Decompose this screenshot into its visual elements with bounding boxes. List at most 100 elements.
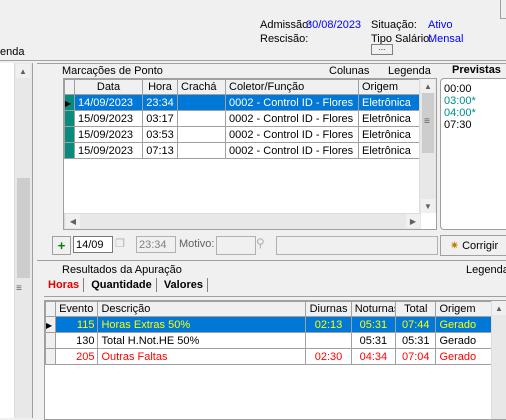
cell-diurnas[interactable]: 02:13 <box>305 316 352 333</box>
resultados-legenda-link[interactable]: Legenda <box>466 264 506 276</box>
row-indicator <box>64 126 75 143</box>
cell-noturnas[interactable]: 05:31 <box>350 332 397 349</box>
tab-quantidade[interactable]: Quantidade <box>87 278 157 292</box>
cell-descricao[interactable]: Horas Extras 50% <box>97 316 307 333</box>
motivo-code-input[interactable] <box>216 236 256 255</box>
cell-coletor[interactable]: 0002 - Control ID - Flores <box>225 126 359 143</box>
time-input[interactable] <box>136 236 176 253</box>
scroll-down-icon[interactable]: ▼ <box>421 199 435 213</box>
top-right-frame <box>500 0 506 19</box>
cell-origem[interactable]: Eletrônica <box>358 126 422 143</box>
cell-cracha[interactable] <box>177 94 226 111</box>
cell-total[interactable]: 05:31 <box>395 332 437 349</box>
table-row[interactable]: 15/09/2023 03:17 0002 - Control ID - Flo… <box>64 110 422 127</box>
col-noturnas[interactable]: Noturnas <box>350 301 397 317</box>
cell-diurnas[interactable] <box>305 332 352 349</box>
cell-data[interactable]: 15/09/2023 <box>74 126 143 143</box>
table-row[interactable]: 15/09/2023 07:13 0002 - Control ID - Flo… <box>64 142 422 159</box>
row-indicator: ▶ <box>64 94 75 111</box>
col-coletor[interactable]: Coletor/Função <box>225 79 359 95</box>
scroll-left-icon[interactable]: ◀ <box>66 214 80 228</box>
scroll-up-icon[interactable]: ▲ <box>16 64 30 78</box>
scroll-up-icon[interactable]: ▲ <box>492 301 506 315</box>
cell-evento[interactable]: 115 <box>55 316 99 333</box>
cell-origem[interactable]: Gerado <box>435 316 493 333</box>
cell-coletor[interactable]: 0002 - Control ID - Flores <box>225 110 359 127</box>
splitter-grip-icon[interactable]: ≡ <box>16 283 22 294</box>
resultados-title: Resultados da Apuração <box>62 264 182 276</box>
tab-horas[interactable]: Horas <box>44 278 85 292</box>
cell-hora[interactable]: 07:13 <box>142 142 178 159</box>
cell-total[interactable]: 07:04 <box>395 348 437 365</box>
marcacoes-title: Marcações de Ponto <box>62 65 163 77</box>
cell-evento[interactable]: 130 <box>55 332 99 349</box>
legenda-link[interactable]: Legenda <box>388 65 431 77</box>
date-input[interactable] <box>73 236 113 253</box>
table-row[interactable]: ▶ 14/09/2023 23:34 0002 - Control ID - F… <box>64 94 422 111</box>
cell-coletor[interactable]: 0002 - Control ID - Flores <box>225 94 359 111</box>
previstas-time: 04:00 <box>444 107 472 119</box>
add-marcacao-button[interactable]: + <box>52 236 71 255</box>
table-row[interactable]: 130 Total H.Not.HE 50% 05:31 05:31 Gerad… <box>45 332 493 349</box>
cell-coletor[interactable]: 0002 - Control ID - Flores <box>225 142 359 159</box>
cell-cracha[interactable] <box>177 142 226 159</box>
left-panel-scrollbar[interactable]: ▲ <box>14 63 32 418</box>
previstas-item[interactable]: 00:00 <box>444 83 503 95</box>
cell-diurnas[interactable]: 02:30 <box>305 348 352 365</box>
cell-descricao[interactable]: Total H.Not.HE 50% <box>97 332 307 349</box>
cell-descricao[interactable]: Outras Faltas <box>97 348 307 365</box>
col-origem[interactable]: Origem <box>358 79 422 95</box>
cell-cracha[interactable] <box>177 126 226 143</box>
scroll-right-icon[interactable]: ▶ <box>406 214 420 228</box>
marcacoes-hscrollbar[interactable]: ◀ ▶ <box>64 213 421 229</box>
previstas-mark: * <box>471 95 476 107</box>
indicator-header <box>64 79 75 95</box>
more-button[interactable]: ... <box>371 44 393 55</box>
table-row[interactable]: 205 Outras Faltas 02:30 04:34 07:04 Gera… <box>45 348 493 365</box>
cell-noturnas[interactable]: 05:31 <box>350 316 397 333</box>
cell-origem[interactable]: Gerado <box>435 332 493 349</box>
cell-origem[interactable]: Gerado <box>435 348 493 365</box>
cell-origem[interactable]: Eletrônica <box>358 110 422 127</box>
cell-noturnas[interactable]: 04:34 <box>350 348 397 365</box>
marcacoes-vscrollbar[interactable]: ▲ ▼ <box>419 79 436 213</box>
col-evento[interactable]: Evento <box>55 301 99 317</box>
cell-data[interactable]: 15/09/2023 <box>74 110 143 127</box>
previstas-item[interactable]: 07:30 <box>444 119 503 131</box>
resultados-vscrollbar[interactable]: ▲ <box>491 301 506 419</box>
colunas-link[interactable]: Colunas <box>329 65 369 77</box>
scroll-up-icon[interactable]: ▲ <box>421 79 435 93</box>
cell-total[interactable]: 07:44 <box>395 316 437 333</box>
search-icon[interactable]: ⚲ <box>256 236 272 252</box>
col-data[interactable]: Data <box>74 79 143 95</box>
corrigir-button[interactable]: ✷ Corrigir <box>440 235 506 256</box>
table-row[interactable]: 15/09/2023 03:53 0002 - Control ID - Flo… <box>64 126 422 143</box>
tab-valores[interactable]: Valores <box>160 278 208 292</box>
col-origem[interactable]: Origem <box>435 301 493 317</box>
legenda-partial-label: enda <box>0 46 25 58</box>
cell-data[interactable]: 15/09/2023 <box>74 142 143 159</box>
left-scroll-thumb[interactable] <box>17 178 30 278</box>
calendar-icon[interactable]: ❐ <box>115 237 129 251</box>
motivo-description-input[interactable] <box>276 236 438 255</box>
col-cracha[interactable]: Crachá <box>177 79 226 95</box>
col-descricao[interactable]: Descrição <box>97 301 307 317</box>
cell-evento[interactable]: 205 <box>55 348 99 365</box>
cell-hora[interactable]: 23:34 <box>142 94 178 111</box>
previstas-item[interactable]: 03:00* <box>444 95 503 107</box>
marcacoes-header-row: Data Hora Crachá Coletor/Função Origem <box>64 79 422 95</box>
cell-hora[interactable]: 03:17 <box>142 110 178 127</box>
marcacoes-splitter-icon[interactable]: ≡ <box>424 116 430 127</box>
col-diurnas[interactable]: Diurnas <box>305 301 352 317</box>
col-total[interactable]: Total <box>395 301 437 317</box>
rescisao-label: Rescisão: <box>260 33 309 45</box>
previstas-item[interactable]: 04:00* <box>444 107 503 119</box>
table-row[interactable]: ▶ 115 Horas Extras 50% 02:13 05:31 07:44… <box>45 316 493 333</box>
cell-data[interactable]: 14/09/2023 <box>74 94 143 111</box>
admissao-value: 30/08/2023 <box>306 19 362 31</box>
cell-hora[interactable]: 03:53 <box>142 126 178 143</box>
col-hora[interactable]: Hora <box>142 79 178 95</box>
cell-origem[interactable]: Eletrônica <box>358 94 422 111</box>
cell-cracha[interactable] <box>177 110 226 127</box>
cell-origem[interactable]: Eletrônica <box>358 142 422 159</box>
